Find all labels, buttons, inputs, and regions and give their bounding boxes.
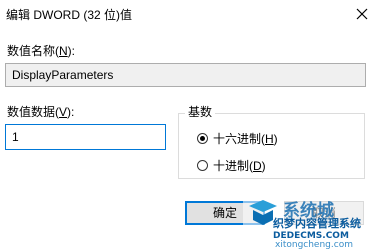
value-data-input[interactable]: 1 xyxy=(5,124,166,150)
radio-decimal-label: 十进制(D) xyxy=(213,159,266,173)
value-data-label: 数值数据(V): xyxy=(7,105,75,119)
watermark-logo-icon: 系统城 织梦内容管理系统 DEDECMS.COM xitongcheng.com xyxy=(243,196,379,250)
base-group-title: 基数 xyxy=(185,103,216,120)
value-name-field[interactable]: DisplayParameters xyxy=(5,63,366,87)
watermark-url-bottom: xitongcheng.com xyxy=(275,240,353,249)
site-watermark: 系统城 织梦内容管理系统 DEDECMS.COM xitongcheng.com xyxy=(243,196,379,250)
close-icon xyxy=(356,8,368,19)
radio-button-unchecked[interactable] xyxy=(197,160,208,171)
watermark-site-name: 织梦内容管理系统 xyxy=(273,216,361,230)
window-title: 编辑 DWORD (32 位)值 xyxy=(6,8,133,22)
title-bar: 编辑 DWORD (32 位)值 xyxy=(0,0,379,27)
radio-decimal[interactable]: 十进制(D) xyxy=(197,157,266,174)
radio-hexadecimal[interactable]: 十六进制(H) xyxy=(197,130,278,147)
radio-button-checked[interactable] xyxy=(197,133,208,144)
radio-hexadecimal-label: 十六进制(H) xyxy=(213,132,278,146)
close-button[interactable] xyxy=(345,0,379,27)
value-name-label: 数值名称(N): xyxy=(7,44,76,58)
